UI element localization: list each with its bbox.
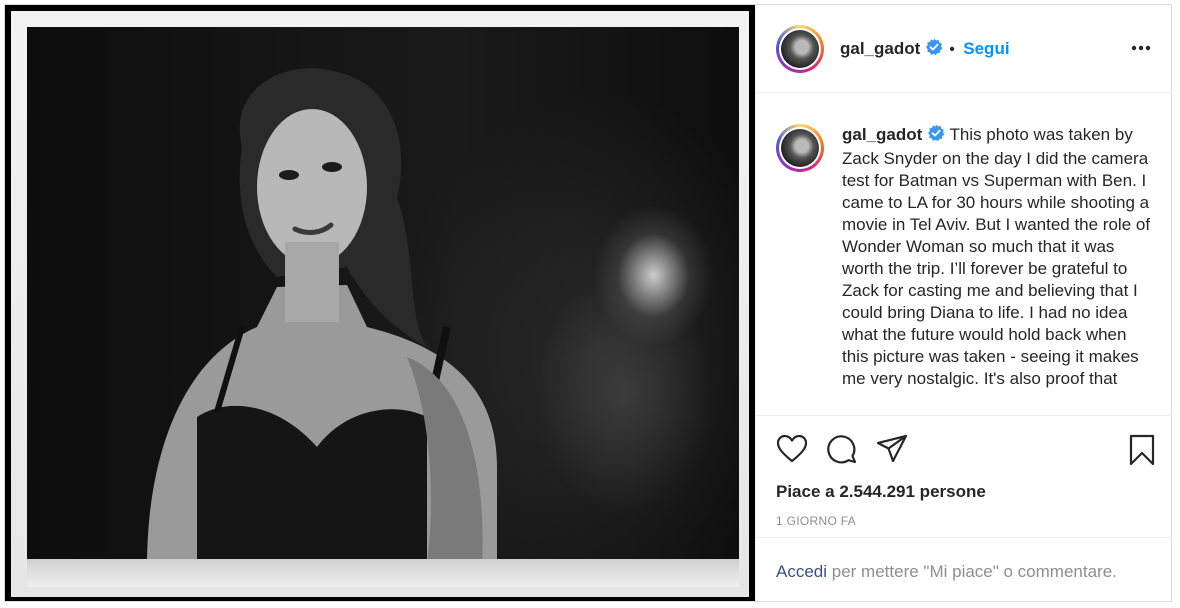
follow-button[interactable]: Segui [963,39,1009,58]
post-timestamp[interactable]: 1 GIORNO FA [776,514,856,528]
post-header: gal_gadot • Segui [756,5,1172,93]
caption-body: This photo was taken by Zack Snyder on t… [842,125,1151,388]
post-sidebar: gal_gadot • Segui gal_gadot This photo w… [755,5,1172,601]
polaroid-frame [11,11,749,597]
more-options-icon[interactable] [1130,43,1152,53]
likes-count[interactable]: Piace a 2.544.291 persone [776,482,986,502]
caption-verified-icon [927,124,945,148]
polaroid-bottom-edge [27,559,739,587]
login-prompt-bar: Accedi per mettere "Mi piace" o commenta… [756,537,1172,601]
verified-badge-icon [925,38,943,61]
caption-area: gal_gadot This photo was taken by Zack S… [756,93,1172,415]
caption-text-block: gal_gadot This photo was taken by Zack S… [842,124,1154,390]
heart-icon[interactable] [776,434,808,464]
bookmark-icon[interactable] [1128,434,1156,466]
post-image-area[interactable] [5,5,755,601]
comment-bubble-icon[interactable] [826,433,858,465]
post-photo [27,27,739,567]
caption-avatar[interactable] [776,124,824,172]
header-avatar[interactable] [776,25,824,73]
header-user-row: gal_gadot • Segui [840,38,1010,61]
header-username[interactable]: gal_gadot [840,39,920,58]
caption-username[interactable]: gal_gadot [842,125,922,144]
paper-plane-icon[interactable] [876,434,908,464]
post-container: gal_gadot • Segui gal_gadot This photo w… [4,4,1172,602]
login-prompt-text: per mettere "Mi piace" o commentare. [831,562,1117,581]
login-link[interactable]: Accedi [776,562,827,581]
actions-section: Piace a 2.544.291 persone 1 GIORNO FA [756,415,1172,545]
header-separator: • [949,41,955,58]
